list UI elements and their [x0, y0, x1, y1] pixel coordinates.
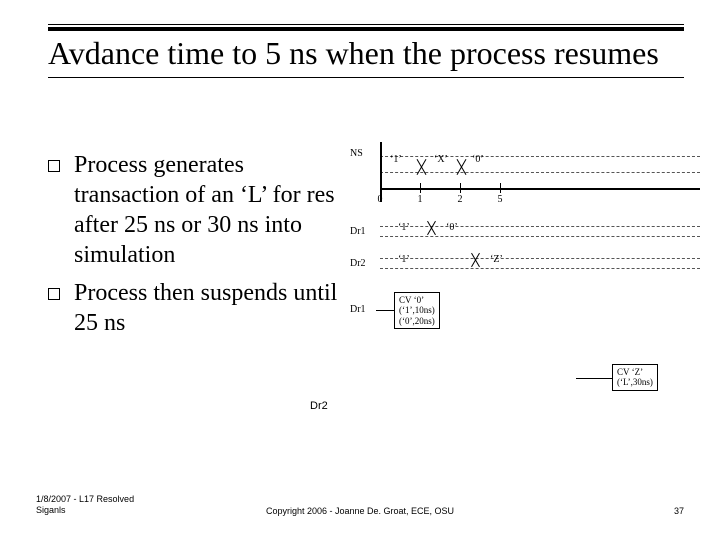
value-label: ‘1’	[398, 254, 410, 265]
timing-figure: NS 0 1 2 5 ‘1’ ‘X’ ‘0’ Dr1 ‘1’ ‘0	[340, 150, 700, 402]
dash-line	[380, 236, 700, 237]
tick-label: 5	[498, 194, 503, 205]
tick-label: 1	[418, 194, 423, 205]
data-box: CV ‘Z’ (‘L’,30ns)	[612, 364, 658, 391]
bullet-item: Process then suspends until 25 ns	[48, 278, 338, 338]
dash-line	[380, 268, 700, 269]
boxrow-dr2: CV ‘Z’ (‘L’,30ns)	[346, 358, 700, 402]
title-rule-top	[48, 24, 684, 25]
tick	[380, 183, 381, 193]
footer-date: 1/8/2007 - L17 Resolved	[36, 494, 134, 505]
footer-center: Copyright 2006 - Joanne De. Groat, ECE, …	[0, 506, 720, 516]
dash-line	[380, 156, 700, 157]
box-line: (‘L’,30ns)	[617, 377, 653, 387]
value-label: ‘1’	[390, 154, 402, 165]
title-block: Avdance time to 5 ns when the process re…	[48, 24, 684, 78]
slide: Avdance time to 5 ns when the process re…	[0, 0, 720, 540]
signal-label: NS	[350, 148, 363, 159]
row-dr2: Dr2 ‘1’ ‘Z’	[346, 254, 700, 280]
tick-label: 2	[458, 194, 463, 205]
footer-page-number: 37	[674, 506, 684, 516]
tick	[460, 183, 461, 193]
lead-line	[376, 310, 394, 311]
box-line: CV ‘Z’	[617, 367, 653, 377]
bullet-marker-icon	[48, 288, 60, 300]
box-line: CV ‘0’	[399, 295, 435, 305]
dr2-standalone-label: Dr2	[310, 400, 328, 412]
value-label: ‘0’	[446, 222, 458, 233]
body-text: Process generates transaction of an ‘L’ …	[48, 150, 338, 346]
dash-line	[380, 258, 700, 259]
tick	[420, 183, 421, 193]
bullet-item: Process generates transaction of an ‘L’ …	[48, 150, 338, 270]
value-label: ‘0’	[472, 154, 484, 165]
transition-icon	[454, 158, 468, 176]
origin-line	[380, 142, 382, 202]
value-label: ‘X’	[434, 154, 448, 165]
tick-label: 0	[378, 194, 383, 205]
row-dr1: Dr1 ‘1’ ‘0’	[346, 222, 700, 248]
title-rule-bottom	[48, 77, 684, 78]
bullet-marker-icon	[48, 160, 60, 172]
slide-title: Avdance time to 5 ns when the process re…	[48, 31, 684, 78]
box-line: (‘1’,10ns)	[399, 305, 435, 315]
lead-line	[576, 378, 612, 379]
box-line: (‘0’,20ns)	[399, 316, 435, 326]
time-axis	[380, 188, 700, 190]
dash-line	[380, 172, 700, 173]
bullet-text: Process generates transaction of an ‘L’ …	[74, 150, 338, 270]
value-label: ‘1’	[398, 222, 410, 233]
boxrow-dr1: Dr1 CV ‘0’ (‘1’,10ns) (‘0’,20ns)	[346, 290, 700, 334]
tick	[500, 183, 501, 193]
value-label: ‘Z’	[490, 254, 503, 265]
bullet-text: Process then suspends until 25 ns	[74, 278, 338, 338]
transition-icon	[468, 252, 482, 268]
data-box: CV ‘0’ (‘1’,10ns) (‘0’,20ns)	[394, 292, 440, 329]
row-label: Dr1	[350, 304, 366, 315]
timeline-ns: NS 0 1 2 5 ‘1’ ‘X’ ‘0’	[346, 150, 700, 216]
row-label: Dr2	[350, 258, 366, 269]
transition-icon	[414, 158, 428, 176]
row-label: Dr1	[350, 226, 366, 237]
transition-icon	[424, 220, 438, 236]
